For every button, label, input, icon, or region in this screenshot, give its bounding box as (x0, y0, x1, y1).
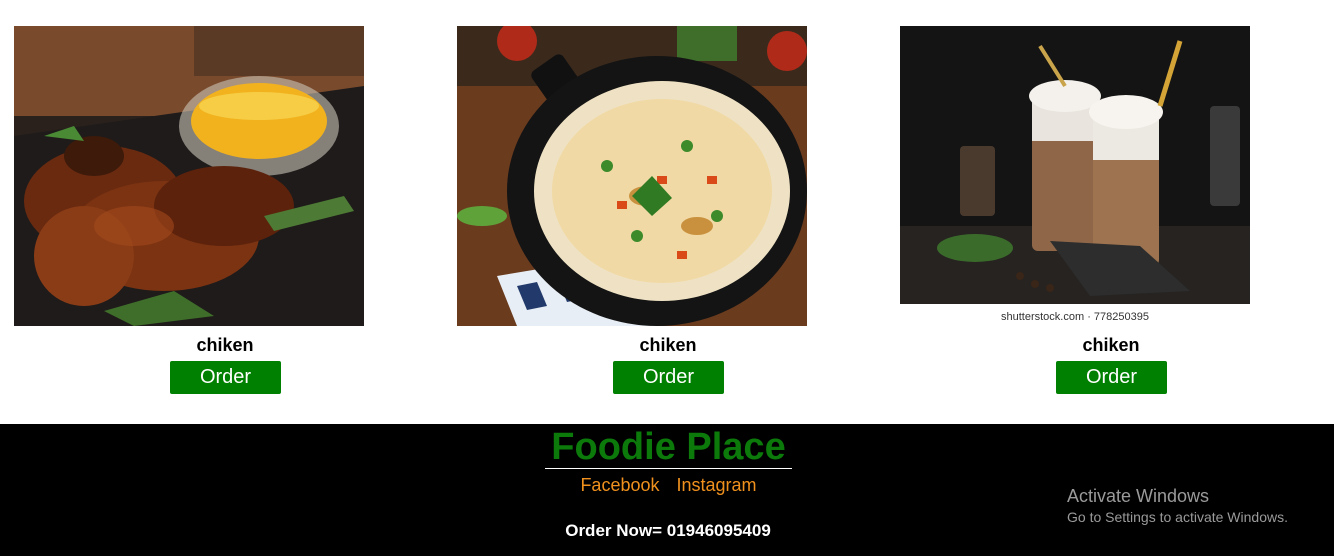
product-image-iced-coffee: shutterstock.com · 778250395 (900, 26, 1250, 326)
social-links: Facebook Instagram (545, 475, 792, 496)
product-image-chicken (14, 26, 364, 326)
watermark-subtitle: Go to Settings to activate Windows. (1067, 509, 1288, 525)
product-grid: chiken Order chiken Order shutterstock.c… (0, 0, 1334, 424)
brand-title: Foodie Place (551, 426, 786, 468)
order-button[interactable]: Order (1056, 361, 1167, 394)
instagram-link[interactable]: Instagram (677, 475, 757, 495)
order-button[interactable]: Order (613, 361, 724, 394)
footer: Foodie Place Facebook Instagram Order No… (0, 424, 1334, 556)
facebook-link[interactable]: Facebook (580, 475, 659, 495)
product-card: shutterstock.com · 778250395 chiken Orde… (900, 26, 1322, 394)
order-phone: Order Now= 01946095409 (565, 521, 771, 540)
product-name: chiken (196, 335, 254, 355)
watermark-title: Activate Windows (1067, 486, 1210, 506)
image-caption: shutterstock.com · 778250395 (1001, 311, 1149, 323)
product-card: chiken Order (14, 26, 436, 394)
brand-divider (545, 468, 792, 469)
product-card: chiken Order (457, 26, 879, 394)
product-image-fried-rice (457, 26, 807, 326)
windows-activation-watermark: Activate Windows Go to Settings to activ… (1067, 485, 1288, 527)
order-button[interactable]: Order (170, 361, 281, 394)
product-name: chiken (1082, 335, 1140, 355)
product-name: chiken (639, 335, 697, 355)
